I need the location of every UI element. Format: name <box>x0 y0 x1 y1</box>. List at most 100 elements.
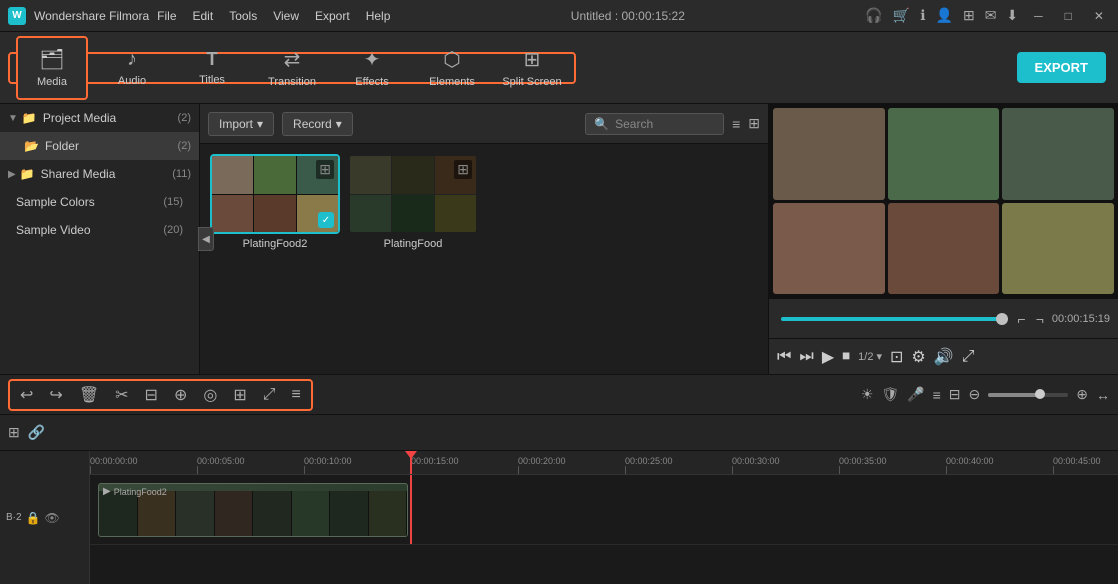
frame-back-button[interactable]: ⏭ <box>799 348 813 366</box>
fullscreen-button[interactable]: ⤢ <box>259 384 280 406</box>
media-thumbnail-2[interactable]: ⊞ <box>348 154 478 234</box>
delete-button[interactable]: 🗑 <box>75 383 103 407</box>
fullscreen-icon[interactable]: ⤢ <box>962 348 975 366</box>
project-media-row[interactable]: ▼ 📁 Project Media ( 2 ) <box>0 104 199 132</box>
zoom-thumb[interactable] <box>1035 389 1045 399</box>
mic-icon[interactable]: 🎤 <box>907 386 924 403</box>
ruler-mark: 00:00:45:00 <box>1053 456 1101 474</box>
maximize-button[interactable]: □ <box>1059 9 1078 23</box>
undo-button[interactable]: ↩ <box>16 383 37 407</box>
filter-icon[interactable]: ≡ <box>732 116 740 132</box>
sun-icon[interactable]: ☀ <box>861 386 874 403</box>
progress-thumb[interactable] <box>996 313 1008 325</box>
timeline-controls-row: ⊞ 🔗 <box>0 415 1118 451</box>
split-button[interactable]: ⊞ <box>229 383 250 407</box>
toolbar-elements[interactable]: ⬡ Elements <box>416 36 488 100</box>
media-item[interactable]: ⊞ ✓ PlatingFood2 <box>210 154 340 364</box>
mail-icon[interactable]: ✉ <box>985 7 997 24</box>
eye-icon[interactable]: 👁 <box>45 511 60 525</box>
expand-icon[interactable]: ↔ <box>1096 387 1110 403</box>
magnet-icon[interactable]: 🔗 <box>28 424 45 441</box>
export-button[interactable]: EXPORT <box>1017 52 1106 83</box>
layout-icon[interactable]: ⊟ <box>949 386 961 403</box>
rotation-button[interactable]: ◎ <box>199 383 221 407</box>
headphone-icon[interactable]: 🎧 <box>865 7 882 24</box>
minimize-button[interactable]: ─ <box>1028 9 1049 23</box>
volume-icon[interactable]: 🔊 <box>934 347 954 367</box>
add-track-icon[interactable]: ⊞ <box>8 424 20 441</box>
record-button[interactable]: Record ▾ <box>282 112 353 136</box>
project-media-count-close: ) <box>187 112 191 124</box>
thumb-frame <box>212 156 253 194</box>
toolbar-media[interactable]: 🗂 Media <box>16 36 88 100</box>
zoom-in-tl-icon[interactable]: ⊕ <box>1076 386 1088 403</box>
track-labels: B·2 🔒 👁 <box>0 451 90 584</box>
menu-edit[interactable]: Edit <box>193 9 214 23</box>
menu-file[interactable]: File <box>157 9 176 23</box>
mark-in-icon[interactable]: ⌐ <box>1016 309 1028 329</box>
fit-screen-icon[interactable]: ⊡ <box>890 347 903 367</box>
collapse-panel-button[interactable]: ◀ <box>198 227 214 251</box>
download-icon[interactable]: ⬇ <box>1006 7 1018 24</box>
zoom-slider[interactable] <box>988 393 1068 397</box>
cut-button[interactable]: ✂ <box>111 383 132 407</box>
play-button[interactable]: ▶ <box>822 347 834 367</box>
effects-label: Effects <box>355 76 388 88</box>
user-icon[interactable]: 👤 <box>936 7 953 24</box>
search-box[interactable]: 🔍 <box>585 113 724 135</box>
toolbar-group-main: 🗂 Media ♪ Audio T Titles ⇄ Transition ✦ … <box>8 52 576 84</box>
ruler-mark: 00:00:30:00 <box>732 456 780 474</box>
menu-bar[interactable]: File Edit Tools View Export Help <box>157 9 390 23</box>
split-screen-label: Split Screen <box>502 76 561 88</box>
titlebar-icons: 🎧 🛒 ℹ 👤 ⊞ ✉ ⬇ ─ □ ✕ <box>865 7 1110 24</box>
elements-icon: ⬡ <box>443 47 460 72</box>
transition-icon: ⇄ <box>284 47 301 72</box>
zoom-in-button[interactable]: ⊕ <box>170 383 191 407</box>
import-button[interactable]: Import ▾ <box>208 112 274 136</box>
settings-icon[interactable]: ⚙ <box>911 347 925 367</box>
lock-icon[interactable]: 🔒 <box>26 511 41 525</box>
close-button[interactable]: ✕ <box>1088 9 1110 23</box>
crop-button[interactable]: ⊟ <box>141 383 162 407</box>
mark-out-icon[interactable]: ¬ <box>1034 309 1046 329</box>
redo-button[interactable]: ↪ <box>45 383 66 407</box>
media-item[interactable]: ⊞ PlatingFood <box>348 154 478 364</box>
preview-cell <box>1002 108 1114 200</box>
ruler-mark: 00:00:15:00 <box>411 456 459 474</box>
timeline-tracks: 00:00:00:00 00:00:05:00 00:00:10:00 00:0… <box>90 451 1118 584</box>
info-icon[interactable]: ℹ <box>920 7 925 24</box>
toolbar-effects[interactable]: ✦ Effects <box>336 36 408 100</box>
zoom-out-tl-icon[interactable]: ⊖ <box>969 386 981 403</box>
stop-button[interactable]: ⏹ <box>842 348 850 366</box>
sample-colors-row[interactable]: Sample Colors ( 15 ) <box>0 188 199 216</box>
sample-video-label: Sample Video <box>16 223 163 237</box>
shield-icon[interactable]: 🛡 <box>881 386 899 403</box>
toolbar-transition[interactable]: ⇄ Transition <box>256 36 328 100</box>
preview-cell <box>888 203 1000 295</box>
menu-tools[interactable]: Tools <box>229 9 257 23</box>
project-media-label: Project Media <box>43 111 178 125</box>
preview-slider-row: ⌐ ¬ 00:00:15:19 <box>769 298 1118 338</box>
menu-export[interactable]: Export <box>315 9 350 23</box>
preview-cell <box>773 203 885 295</box>
toolbar-titles[interactable]: T Titles <box>176 36 248 100</box>
toolbar-split-screen[interactable]: ⊞ Split Screen <box>496 36 568 100</box>
shared-media-row[interactable]: ▶ 📁 Shared Media ( 11 ) <box>0 160 199 188</box>
transition-label: Transition <box>268 76 316 88</box>
menu-help[interactable]: Help <box>366 9 391 23</box>
sample-video-row[interactable]: Sample Video ( 20 ) <box>0 216 199 244</box>
preview-progress-slider[interactable] <box>781 317 1006 321</box>
video-clip[interactable]: ▶ PlatingFood2 <box>98 483 408 537</box>
grid-view-icon[interactable]: ⊞ <box>748 115 760 132</box>
playback-speed[interactable]: 1/2 ▾ <box>858 350 882 363</box>
share-icon[interactable]: ⊞ <box>963 7 975 24</box>
menu-view[interactable]: View <box>273 9 299 23</box>
cart-icon[interactable]: 🛒 <box>893 7 910 24</box>
search-input[interactable] <box>615 117 715 131</box>
folder-row[interactable]: 📂 Folder ( 2 ) <box>0 132 199 160</box>
toolbar-audio[interactable]: ♪ Audio <box>96 36 168 100</box>
text-icon[interactable]: ≡ <box>933 387 941 403</box>
media-thumbnail-1[interactable]: ⊞ ✓ <box>210 154 340 234</box>
step-back-button[interactable]: ⏮ <box>777 348 791 366</box>
adjustments-button[interactable]: ≡ <box>288 384 305 406</box>
